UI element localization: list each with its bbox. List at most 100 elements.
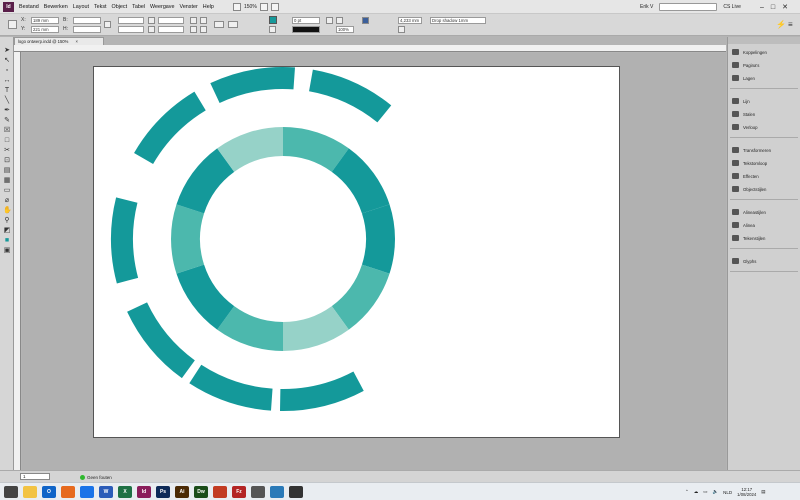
menu-object[interactable]: Object — [112, 4, 128, 10]
menu-tabel[interactable]: Tabel — [132, 4, 145, 10]
panel-alineastijlen[interactable]: Alineastijlen — [732, 207, 766, 217]
scale-y-field[interactable] — [118, 26, 144, 33]
effects-icon[interactable] — [336, 17, 343, 24]
shear-field[interactable] — [158, 26, 184, 33]
outer-segment-2[interactable] — [309, 69, 392, 123]
menu-weergave[interactable]: Weergave — [150, 4, 174, 10]
panel-koppelingen[interactable]: Koppelingen — [732, 47, 767, 57]
x-position-field[interactable]: 189 mm — [31, 17, 59, 24]
taskbar-app-13[interactable]: Fz — [232, 486, 246, 498]
flip-horizontal-icon[interactable] — [190, 17, 197, 24]
page-number-field[interactable]: 1 — [20, 473, 50, 480]
menu-tekst[interactable]: Tekst — [94, 4, 107, 10]
panel-transformeren[interactable]: Transformeren — [732, 145, 771, 155]
inner-segment-3[interactable] — [361, 204, 396, 274]
normal-view-icon[interactable]: ▣ — [3, 247, 11, 255]
line-tool-icon[interactable]: ╲ — [3, 97, 11, 105]
type-tool-icon[interactable]: T — [3, 87, 11, 95]
shear-icon[interactable] — [148, 26, 155, 33]
free-transform-tool-icon[interactable]: ⊡ — [3, 157, 11, 165]
stroke-type-select[interactable] — [292, 26, 320, 33]
inner-ring-segments[interactable] — [171, 127, 396, 351]
menu-layout[interactable]: Layout — [73, 4, 89, 10]
eyedropper-tool-icon[interactable]: ⌀ — [3, 197, 11, 205]
maximize-icon[interactable]: □ — [771, 4, 775, 11]
note-tool-icon[interactable]: ▭ — [3, 187, 11, 195]
gap-field[interactable]: 4,233 mm — [398, 17, 422, 24]
menu-bestand[interactable]: Bestand — [19, 4, 39, 10]
taskbar-app-5[interactable] — [80, 486, 94, 498]
flip-vertical-icon[interactable] — [200, 17, 207, 24]
panel-objectstijlen[interactable]: Objectstijlen — [732, 184, 766, 194]
rotation-field[interactable] — [158, 17, 184, 24]
taskbar-app-14[interactable] — [251, 486, 265, 498]
panel-alinea[interactable]: Alinea — [732, 220, 755, 230]
clock[interactable]: 12:17 1/08/2024 — [737, 487, 756, 497]
minimize-icon[interactable]: – — [760, 4, 764, 11]
opacity-field[interactable]: 100% — [336, 26, 354, 33]
screen-mode-icon[interactable] — [259, 3, 268, 11]
select-container-icon[interactable] — [228, 21, 238, 28]
cloud-icon[interactable]: ☁ — [694, 489, 699, 495]
taskbar-app-2[interactable] — [23, 486, 37, 498]
logo-artwork[interactable] — [93, 66, 620, 438]
taskbar-app-4[interactable] — [61, 486, 75, 498]
taskbar-app-12[interactable] — [213, 486, 227, 498]
auto-fit-icon[interactable] — [398, 26, 405, 33]
taskbar-app-16[interactable] — [289, 486, 303, 498]
taskbar-app-9[interactable]: Ps — [156, 486, 170, 498]
rectangle-tool-icon[interactable]: □ — [3, 137, 11, 145]
selection-tool-icon[interactable]: ➤ — [3, 47, 11, 55]
panel-stalen[interactable]: Stalen — [732, 109, 755, 119]
zoom-level[interactable]: 150% — [244, 4, 257, 10]
close-tab-icon[interactable]: × — [76, 39, 78, 44]
rotate-cw-icon[interactable] — [190, 26, 197, 33]
taskbar-app-1[interactable] — [4, 486, 18, 498]
direct-selection-tool-icon[interactable]: ↖ — [3, 57, 11, 65]
close-icon[interactable]: ✕ — [782, 3, 788, 11]
apply-color-icon[interactable]: ■ — [3, 237, 11, 245]
outer-segment-5[interactable] — [127, 302, 195, 379]
scale-x-field[interactable] — [118, 17, 144, 24]
zoom-tool-icon[interactable]: ⚲ — [3, 217, 11, 225]
outer-segment-1[interactable] — [210, 67, 295, 104]
reference-point-icon[interactable] — [8, 20, 17, 29]
language-indicator[interactable]: NLD — [723, 490, 732, 495]
pencil-tool-icon[interactable]: ✎ — [3, 117, 11, 125]
vertical-ruler[interactable] — [14, 52, 21, 470]
taskbar-app-7[interactable]: X — [118, 486, 132, 498]
page-tool-icon[interactable]: ▫ — [3, 67, 11, 75]
outer-segment-4[interactable] — [111, 197, 139, 284]
arrange-documents-icon[interactable] — [270, 3, 279, 11]
corner-options-icon[interactable] — [362, 17, 369, 24]
object-style-select[interactable]: Drop shadow 1mm — [430, 17, 486, 24]
menu-help[interactable]: Help — [203, 4, 214, 10]
width-field[interactable] — [73, 17, 101, 24]
outer-segment-6[interactable] — [189, 364, 273, 411]
cs-live[interactable]: CS Live — [723, 4, 741, 10]
text-frame-icon[interactable] — [214, 21, 224, 28]
gradient-feather-tool-icon[interactable]: ▦ — [3, 177, 11, 185]
view-mode-icon[interactable] — [233, 3, 241, 11]
chevron-up-icon[interactable]: ⌃ — [685, 489, 689, 495]
drop-shadow-icon[interactable] — [326, 17, 333, 24]
scissors-tool-icon[interactable]: ✂ — [3, 147, 11, 155]
outer-segment-3[interactable] — [134, 91, 206, 164]
panel-lijn[interactable]: Lijn — [732, 96, 750, 106]
notifications-icon[interactable]: ▤ — [761, 489, 765, 495]
fill-stroke-icon[interactable]: ◩ — [3, 227, 11, 235]
panel-tekstomloop[interactable]: Tekstomloop — [732, 158, 767, 168]
menu-bewerken[interactable]: Bewerken — [44, 4, 68, 10]
gap-tool-icon[interactable]: ↔ — [3, 77, 11, 85]
panel-tekenstijlen[interactable]: Tekenstijlen — [732, 233, 765, 243]
volume-icon[interactable]: 🔈 — [713, 489, 719, 495]
help-search-input[interactable] — [659, 3, 718, 11]
height-field[interactable] — [73, 26, 101, 33]
inner-segment-8[interactable] — [171, 204, 205, 274]
stroke-swatch[interactable] — [269, 26, 276, 33]
outer-segment-7[interactable] — [279, 371, 364, 411]
user-name[interactable]: Erik V — [640, 4, 653, 10]
panel-verloop[interactable]: Verloop — [732, 122, 758, 132]
rotate-ccw-icon[interactable] — [200, 26, 207, 33]
taskbar-app-10[interactable]: Ai — [175, 486, 189, 498]
